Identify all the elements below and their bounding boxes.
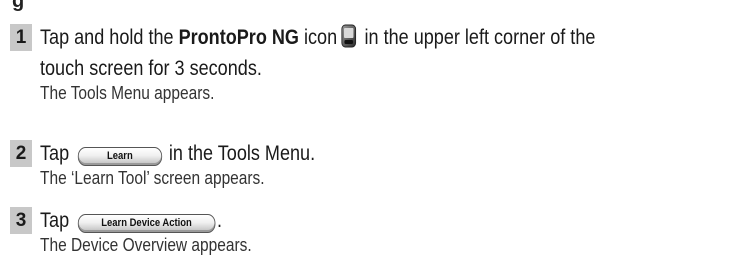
step-instruction: Tap Learn Device Action. [40,207,655,234]
step-number: 1 [10,24,32,51]
section-heading-fragment: g [12,0,25,12]
step-instruction: Tap and hold the ProntoPro NG icon in th… [40,24,655,55]
instruction-text: in the upper left corner of the [359,26,596,49]
step-body: Tap Learn in the Tools Menu. The ‘Learn To… [40,140,755,190]
product-name: ProntoPro NG [178,26,299,49]
step-result: The Device Overview appears. [40,235,252,255]
step-instruction-continued: touch screen for 3 seconds. [40,57,262,80]
instruction-text: in the Tools Menu. [168,142,316,165]
step-number: 2 [10,140,32,167]
step-instruction: Tap Learn in the Tools Menu. [40,140,655,167]
instruction-text: Tap [40,209,70,232]
instruction-text: Tap and hold the [40,26,179,49]
instruction-text: icon [298,26,338,49]
step-result: The Tools Menu appears. [40,83,215,103]
learn-button[interactable]: Learn [77,147,162,166]
step-number: 3 [10,207,32,234]
step-body: Tap and hold the ProntoPro NG icon in th… [40,24,755,105]
instruction-text: Tap [40,142,70,165]
device-icon [341,24,356,55]
step-body: Tap Learn Device Action. The Device Overv… [40,207,755,257]
instruction-page: g 1 Tap and hold the ProntoPro NG icon i… [0,0,755,267]
learn-device-action-button[interactable]: Learn Device Action [77,214,216,233]
instruction-text: . [217,209,223,232]
step-result: The ‘Learn Tool’ screen appears. [40,168,265,188]
